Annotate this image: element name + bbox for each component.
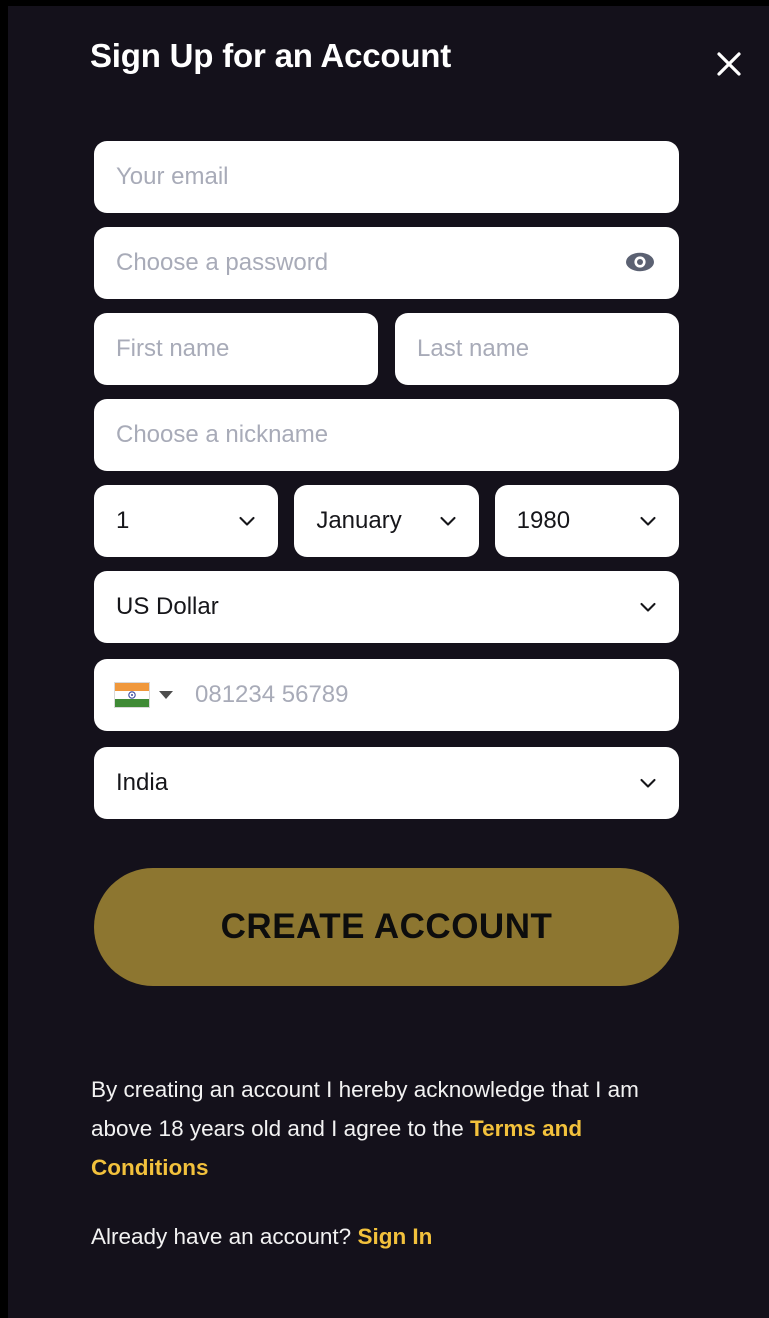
- phone-field: [94, 659, 679, 731]
- toggle-password-visibility-button[interactable]: [623, 246, 657, 280]
- email-input[interactable]: [94, 141, 679, 213]
- birth-day-select[interactable]: 1: [94, 485, 279, 557]
- eye-icon: [625, 252, 655, 275]
- india-flag-icon: [114, 682, 150, 708]
- birth-year-value: 1980: [516, 507, 571, 534]
- nickname-input[interactable]: [94, 399, 679, 471]
- first-name-wrap: [94, 313, 378, 385]
- phone-row: [94, 659, 679, 731]
- last-name-input[interactable]: [395, 313, 679, 385]
- chevron-down-icon: [637, 596, 659, 618]
- sign-in-link[interactable]: Sign In: [357, 1224, 432, 1249]
- chevron-down-icon: [637, 772, 659, 794]
- close-icon: [714, 49, 744, 79]
- page-title: Sign Up for an Account: [90, 37, 452, 74]
- country-row: India: [94, 747, 679, 819]
- country-value: India: [116, 769, 169, 796]
- first-name-input[interactable]: [94, 313, 378, 385]
- signup-modal: Sign Up for an Account Your email Choose…: [8, 6, 769, 1318]
- signin-prompt-text: Already have an account?: [91, 1224, 358, 1249]
- birth-day-value: 1: [116, 507, 130, 534]
- password-row: [94, 227, 679, 299]
- legal-text: By creating an account I hereby acknowle…: [91, 1070, 661, 1187]
- chevron-down-icon: [236, 510, 258, 532]
- country-select[interactable]: India: [94, 747, 679, 819]
- currency-select[interactable]: US Dollar: [94, 571, 679, 643]
- chevron-down-icon: [637, 510, 659, 532]
- phone-input[interactable]: [179, 681, 665, 709]
- currency-row: US Dollar: [94, 571, 679, 643]
- date-of-birth-row: 1 January 1980: [94, 485, 679, 557]
- birth-year-select[interactable]: 1980: [494, 485, 679, 557]
- birth-month-select[interactable]: January: [294, 485, 479, 557]
- birth-month-value: January: [316, 507, 402, 534]
- country-code-selector[interactable]: [108, 682, 179, 708]
- signin-prompt: Already have an account? Sign In: [91, 1220, 661, 1254]
- currency-value: US Dollar: [116, 593, 219, 620]
- password-input[interactable]: [94, 227, 679, 299]
- name-row: [94, 313, 679, 385]
- create-account-button[interactable]: CREATE ACCOUNT: [94, 868, 679, 986]
- modal-header: Sign Up for an Account: [8, 6, 769, 118]
- email-row: [94, 141, 679, 213]
- caret-down-icon: [159, 691, 173, 699]
- close-button[interactable]: [707, 42, 751, 86]
- last-name-wrap: [395, 313, 679, 385]
- chevron-down-icon: [437, 510, 459, 532]
- nickname-row: [94, 399, 679, 471]
